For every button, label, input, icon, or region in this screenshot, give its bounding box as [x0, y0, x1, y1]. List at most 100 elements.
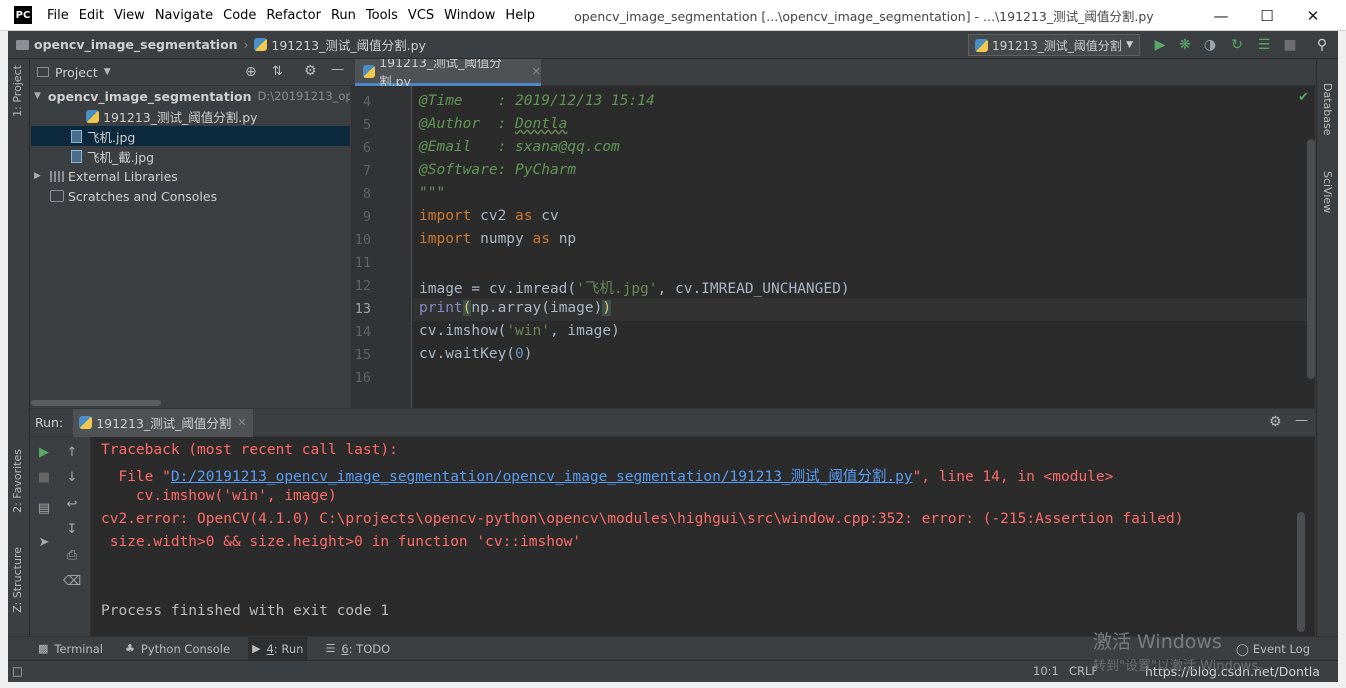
print-icon[interactable]: ⎙ — [63, 546, 81, 564]
code-area[interactable]: @Time : 2019/12/13 15:14 @Author : Dontl… — [413, 86, 1315, 408]
locate-icon[interactable]: ⊕ — [245, 64, 257, 80]
python-file-icon — [975, 38, 988, 52]
toggle-tool-windows-icon[interactable]: □ — [12, 664, 23, 678]
minimize-icon[interactable]: — — [1198, 0, 1244, 31]
line-number: 10 — [354, 232, 371, 248]
menu-refactor[interactable]: Refactor — [261, 8, 326, 23]
tab-database-tool[interactable]: Database — [1321, 83, 1334, 136]
tree-item-external-libraries[interactable]: ▶ External Libraries — [31, 166, 350, 186]
search-icon[interactable]: ⚲ — [1313, 36, 1331, 54]
close-tab-icon[interactable]: ✕ — [237, 416, 246, 429]
image-file-icon — [71, 129, 82, 143]
console-line: File "D:/20191213_opencv_image_segmentat… — [101, 469, 1114, 485]
code-line: image = cv.imread('飞机.jpg', cv.IMREAD_UN… — [419, 281, 850, 297]
tab-label: : TODO — [348, 641, 391, 656]
tab-terminal[interactable]: ▩ Terminal — [34, 637, 107, 661]
profile-icon[interactable]: ↻ — [1228, 36, 1246, 54]
tab-label: Terminal — [54, 641, 104, 656]
tab-sciview-tool[interactable]: SciView — [1321, 171, 1334, 213]
expand-arrow-icon[interactable]: ▼ — [34, 91, 41, 101]
breadcrumb-project[interactable]: opencv_image_segmentation — [34, 37, 238, 52]
debug-icon[interactable]: ❋ — [1176, 36, 1194, 54]
close-tab-icon[interactable]: ✕ — [532, 65, 541, 78]
tree-item-image-file[interactable]: 飞机_截.jpg — [31, 146, 350, 166]
tab-python-console[interactable]: ♣ Python Console — [121, 637, 234, 661]
line-number: 15 — [354, 347, 371, 363]
layout-icon[interactable]: ▤ — [35, 499, 53, 517]
tree-item-scratches[interactable]: Scratches and Consoles — [31, 186, 350, 206]
editor-tab-file[interactable]: 191213_测试_阈值分割.py ✕ — [355, 59, 541, 89]
inspection-ok-icon[interactable]: ✔ — [1298, 90, 1309, 105]
tab-structure-tool[interactable]: Z: Structure — [11, 547, 24, 613]
menu-code[interactable]: Code — [218, 8, 261, 23]
caret-position[interactable]: 10:1 — [1033, 664, 1059, 678]
tab-favorites-tool[interactable]: 2: Favorites — [11, 449, 24, 513]
breadcrumb-file[interactable]: 191213_测试_阈值分割.py — [271, 35, 426, 54]
hide-panel-icon[interactable]: — — [331, 62, 344, 77]
vertical-scrollbar[interactable] — [1307, 139, 1315, 379]
menu-view[interactable]: View — [109, 8, 150, 23]
scroll-down-icon[interactable]: ↓ — [63, 468, 81, 486]
tree-item-project-root[interactable]: ▼ opencv_image_segmentation D:\20191213_… — [31, 86, 350, 106]
run-panel-header: Run: 191213_测试_阈值分割 ✕ ⚙ — — [31, 408, 1315, 437]
line-number: 11 — [354, 255, 371, 271]
run-tab[interactable]: 191213_测试_阈值分割 ✕ — [73, 408, 253, 437]
close-window-icon[interactable]: ✕ — [1290, 0, 1336, 31]
vertical-scrollbar[interactable] — [1297, 512, 1305, 632]
code-line: import cv2 as cv — [419, 208, 559, 224]
menu-navigate[interactable]: Navigate — [150, 8, 218, 23]
stop-icon[interactable]: ■ — [1281, 36, 1299, 54]
tab-todo[interactable]: ☰ 6: TODO — [321, 637, 394, 661]
trash-icon[interactable]: ⌫ — [63, 572, 81, 590]
hide-panel-icon[interactable]: — — [1295, 413, 1308, 428]
tree-item-py-file[interactable]: 191213_测试_阈值分割.py — [31, 106, 350, 126]
project-panel: Project ▼ ⊕ ⇅ ⚙ — ▼ opencv_image_segment… — [31, 59, 350, 408]
menu-help[interactable]: Help — [500, 8, 540, 23]
coverage-icon[interactable]: ◑ — [1201, 36, 1219, 54]
window-frame-bottom — [0, 682, 1346, 688]
tab-run[interactable]: ▶ 4: Run — [248, 636, 308, 661]
tab-mnemonic: 4 — [266, 641, 274, 656]
menu-tools[interactable]: Tools — [361, 8, 403, 23]
rerun-icon[interactable]: ▶ — [35, 443, 53, 461]
gear-icon[interactable]: ⚙ — [1269, 414, 1282, 430]
menu-window[interactable]: Window — [439, 8, 500, 23]
tab-label: Python Console — [140, 641, 231, 656]
expand-arrow-icon[interactable]: ▶ — [34, 171, 46, 181]
tab-project-tool[interactable]: 1: Project — [11, 65, 24, 117]
console-line: Traceback (most recent call last): — [101, 442, 398, 458]
menu-vcs[interactable]: VCS — [403, 8, 439, 23]
soft-wrap-icon[interactable]: ↩ — [63, 495, 81, 513]
scroll-to-end-icon[interactable]: ↧ — [63, 520, 81, 538]
run-icon[interactable]: ▶ — [1151, 36, 1169, 54]
run-configuration-select[interactable]: 191213_测试_阈值分割 ▼ — [968, 34, 1140, 56]
run-panel: Run: 191213_测试_阈值分割 ✕ ⚙ — ▶ ↑ ■ ↓ ▤ ↩ ↧ … — [31, 408, 1315, 637]
concurrency-icon[interactable]: ☰ — [1255, 36, 1273, 54]
code-editor: 191213_测试_阈值分割.py ✕ 4 5 6 7 8 9 10 11 12… — [351, 59, 1315, 408]
traceback-file-link[interactable]: D:/20191213_opencv_image_segmentation/op… — [171, 469, 913, 485]
code-line: cv.waitKey(0) — [419, 346, 533, 362]
menu-run[interactable]: Run — [326, 8, 361, 23]
left-tool-strip: 1: Project 2: Favorites Z: Structure — [8, 59, 30, 660]
menu-edit[interactable]: Edit — [74, 8, 109, 23]
project-panel-header: Project ▼ ⊕ ⇅ ⚙ — — [31, 59, 350, 86]
tree-item-image-file[interactable]: 飞机.jpg — [31, 126, 350, 146]
chevron-down-icon[interactable]: ▼ — [104, 67, 111, 77]
run-toolbar: ▶ ↑ ■ ↓ ▤ ↩ ↧ ➤ ⎙ ⌫ — [31, 437, 91, 637]
tree-item-label: External Libraries — [68, 168, 178, 184]
gear-icon[interactable]: ⚙ — [304, 63, 317, 79]
menu-file[interactable]: File — [42, 8, 74, 23]
maximize-icon[interactable]: ☐ — [1244, 0, 1290, 31]
stop-icon[interactable]: ■ — [35, 468, 53, 486]
code-line: @Email : sxana@qq.com — [419, 139, 620, 155]
horizontal-scrollbar[interactable] — [31, 400, 161, 406]
console-output[interactable]: Traceback (most recent call last): File … — [92, 437, 1305, 637]
window-frame-left — [0, 31, 8, 688]
project-panel-title[interactable]: Project — [55, 65, 98, 80]
collapse-all-icon[interactable]: ⇅ — [272, 64, 283, 79]
tree-item-label: 191213_测试_阈值分割.py — [103, 109, 258, 125]
scroll-up-icon[interactable]: ↑ — [63, 443, 81, 461]
pin-icon[interactable]: ➤ — [35, 533, 53, 551]
chevron-down-icon: ▼ — [1126, 40, 1133, 50]
python-file-icon — [86, 109, 99, 123]
